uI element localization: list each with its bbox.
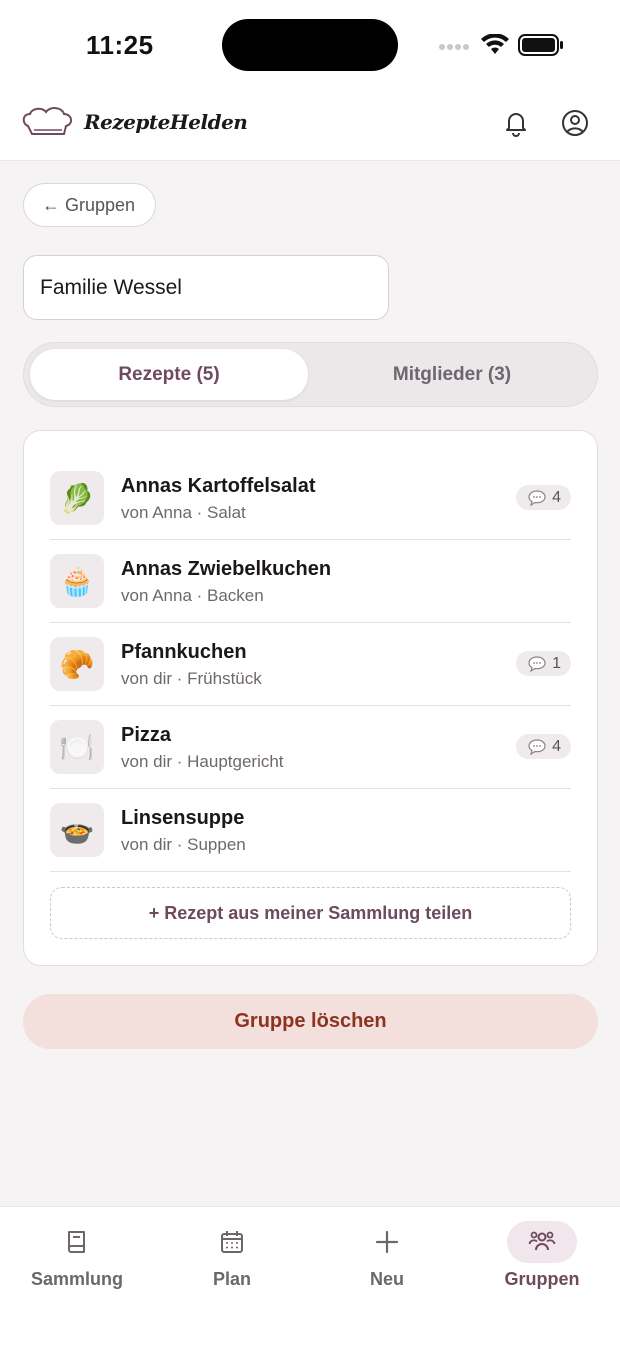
nav-item-gruppen[interactable]: Gruppen bbox=[487, 1221, 597, 1301]
comment-icon bbox=[528, 738, 546, 755]
nav-item-sammlung[interactable]: Sammlung bbox=[22, 1221, 132, 1301]
recipe-title: Pfannkuchen bbox=[121, 641, 247, 663]
tab-bar: Rezepte (5) Mitglieder (3) bbox=[23, 342, 598, 407]
group-name-input[interactable]: Familie Wessel bbox=[23, 255, 389, 320]
plus-icon bbox=[375, 1230, 399, 1254]
comment-count: 1 bbox=[552, 654, 561, 672]
nav-label: Neu bbox=[369, 1269, 404, 1289]
recipe-thumbnail: 🥬 bbox=[50, 471, 104, 525]
brand-name: RezepteHelden bbox=[84, 110, 248, 134]
back-to-groups-button[interactable]: ← Gruppen bbox=[23, 183, 156, 227]
recipe-meta: von dir · Suppen bbox=[121, 835, 246, 854]
recipe-title: Linsensuppe bbox=[121, 807, 245, 829]
battery-icon bbox=[518, 34, 563, 56]
comment-icon bbox=[528, 489, 546, 506]
recipe-list: 🥬 Annas Kartoffelsalat von Anna · Salat … bbox=[23, 430, 598, 966]
nav-item-plan[interactable]: Plan bbox=[177, 1221, 287, 1301]
recipe-meta: von dir · Frühstück bbox=[121, 669, 262, 688]
wifi-icon bbox=[481, 34, 509, 54]
list-item[interactable]: 🥬 Annas Kartoffelsalat von Anna · Salat … bbox=[50, 457, 571, 540]
comment-count-badge: 4 bbox=[516, 485, 571, 510]
recipe-title: Annas Kartoffelsalat bbox=[121, 475, 316, 497]
back-button-label: ← Gruppen bbox=[42, 194, 136, 215]
recipe-thumbnail: 🧁 bbox=[50, 554, 104, 608]
comment-count-badge: 4 bbox=[516, 734, 571, 759]
list-item[interactable]: 🍲 Linsensuppe von dir · Suppen bbox=[50, 789, 571, 872]
comment-count-badge: 1 bbox=[516, 651, 571, 676]
recipe-meta: von Anna · Backen bbox=[121, 586, 264, 605]
list-item[interactable]: 🧁 Annas Zwiebelkuchen von Anna · Backen bbox=[50, 540, 571, 623]
calendar-icon bbox=[221, 1231, 243, 1253]
tab-members[interactable]: Mitglieder (3) bbox=[313, 349, 591, 400]
nav-label: Gruppen bbox=[504, 1269, 580, 1289]
nav-item-neu[interactable]: Neu bbox=[332, 1221, 442, 1301]
recipe-meta: von dir · Hauptgericht bbox=[121, 752, 284, 771]
comment-count: 4 bbox=[552, 488, 561, 506]
tab-recipes[interactable]: Rezepte (5) bbox=[30, 349, 308, 400]
nav-label: Plan bbox=[212, 1269, 251, 1289]
delete-group-button[interactable]: Gruppe löschen bbox=[23, 994, 598, 1049]
recipe-title: Pizza bbox=[121, 724, 172, 746]
recipe-thumbnail: 🥐 bbox=[50, 637, 104, 691]
status-time: 11:25 bbox=[86, 30, 154, 60]
book-icon bbox=[68, 1231, 85, 1253]
recipe-title: Annas Zwiebelkuchen bbox=[121, 558, 332, 580]
comment-count: 4 bbox=[552, 737, 561, 755]
list-item[interactable]: 🥐 Pfannkuchen von dir · Frühstück 1 bbox=[50, 623, 571, 706]
recipe-thumbnail: 🍲 bbox=[50, 803, 104, 857]
bell-icon[interactable] bbox=[501, 108, 531, 138]
nav-label: Sammlung bbox=[30, 1269, 123, 1289]
list-item[interactable]: 🍽️ Pizza von dir · Hauptgericht 4 bbox=[50, 706, 571, 789]
recipe-meta: von Anna · Salat bbox=[121, 503, 246, 522]
chef-hat-logo-icon bbox=[22, 107, 72, 135]
signal-icon bbox=[439, 44, 469, 50]
app-header: RezepteHelden bbox=[0, 92, 620, 161]
dynamic-island bbox=[222, 19, 398, 71]
status-bar: 11:25 bbox=[0, 0, 620, 92]
account-icon[interactable] bbox=[560, 108, 590, 138]
group-icon bbox=[528, 1231, 556, 1251]
share-recipe-button[interactable]: + Rezept aus meiner Sammlung teilen bbox=[50, 887, 571, 939]
recipe-thumbnail: 🍽️ bbox=[50, 720, 104, 774]
bottom-navigation: Sammlung Plan Neu Gruppen bbox=[0, 1206, 620, 1347]
comment-icon bbox=[528, 655, 546, 672]
